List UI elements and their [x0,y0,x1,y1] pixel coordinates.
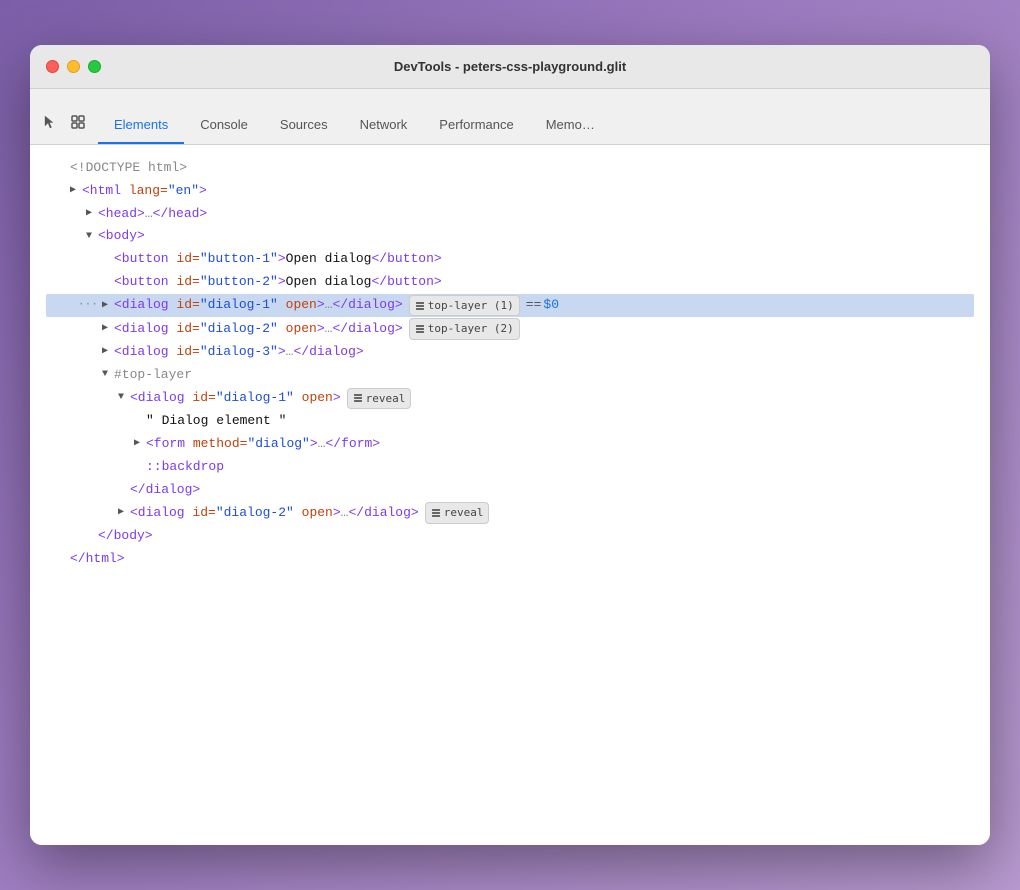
tab-memory[interactable]: Memo… [530,109,611,144]
minimize-button[interactable] [67,60,80,73]
body-triangle[interactable]: ▼ [86,229,98,245]
traffic-lights [46,60,101,73]
form-triangle[interactable]: ▶ [134,436,146,452]
dialog2-line[interactable]: ▶ <dialog id="dialog-2" open > … </dialo… [46,317,974,341]
devtools-window: DevTools - peters-css-playground.glit El… [30,45,990,845]
doctype-text: <!DOCTYPE html> [70,158,187,179]
dialog-text-line: " Dialog element " [46,410,974,433]
reveal-badge-2[interactable]: reveal [425,502,490,524]
form-line[interactable]: ▶ <form method="dialog" > … </form> [46,433,974,456]
html-tag-open: <html [82,181,121,202]
top-layer-line[interactable]: ▼ #top-layer [46,364,974,387]
layers-icon [415,301,425,311]
dialog1-inner-triangle[interactable]: ▼ [118,390,130,406]
dialog2-inner-line[interactable]: ▶ <dialog id="dialog-2" open > … </dialo… [46,501,974,525]
reveal-icon-2 [431,508,441,518]
dialog1-close-tag: </dialog> [130,480,200,501]
tab-performance[interactable]: Performance [423,109,529,144]
top-layer-1-badge[interactable]: top-layer (1) [409,295,520,317]
body-open-line: ▼ <body> [46,225,974,248]
dialog1-line[interactable]: ··· ▶ <dialog id="dialog-1" open > … </d… [46,294,974,318]
backdrop-line: ::backdrop [46,456,974,479]
dialog3-triangle[interactable]: ▶ [102,344,114,360]
body-close-line: </body> [46,525,974,548]
top-layer-text: #top-layer [114,365,192,386]
window-title: DevTools - peters-css-playground.glit [394,59,626,74]
dialog3-line[interactable]: ▶ <dialog id="dialog-3" > … </dialog> [46,341,974,364]
html-triangle[interactable]: ▶ [70,183,82,199]
dialog2-triangle[interactable]: ▶ [102,321,114,337]
head-triangle[interactable]: ▶ [86,206,98,222]
doctype-line: <!DOCTYPE html> [46,157,974,180]
backdrop-text: ::backdrop [146,457,224,478]
tab-network[interactable]: Network [344,109,424,144]
top-layer-triangle[interactable]: ▼ [102,367,114,383]
html-close-tag: </html> [70,549,125,570]
elements-panel: <!DOCTYPE html> ▶ <html lang="en" > ▶ <h… [30,145,990,845]
maximize-button[interactable] [88,60,101,73]
dialog2-inner-triangle[interactable]: ▶ [118,505,130,521]
reveal-icon-1 [353,393,363,403]
reveal-badge-1[interactable]: reveal [347,388,412,410]
cursor-icon[interactable] [38,110,62,134]
html-open-line: ▶ <html lang="en" > [46,180,974,203]
layers-icon-2 [415,324,425,334]
html-close-line: </html> [46,548,974,571]
toolbar-icons [38,110,90,144]
dialog1-inner-open-line[interactable]: ▼ <dialog id="dialog-1" open > reveal [46,387,974,411]
tab-bar: Elements Console Sources Network Perform… [30,89,990,145]
button2-line: <button id="button-2" > Open dialog </bu… [46,271,974,294]
button1-line: <button id="button-1" > Open dialog </bu… [46,248,974,271]
body-close-tag: </body> [98,526,153,547]
head-line: ▶ <head> … </head> [46,203,974,226]
top-layer-2-badge[interactable]: top-layer (2) [409,318,520,340]
tab-elements[interactable]: Elements [98,109,184,144]
title-bar: DevTools - peters-css-playground.glit [30,45,990,89]
dialog1-close-line: </dialog> [46,479,974,502]
inspect-icon[interactable] [66,110,90,134]
close-button[interactable] [46,60,59,73]
html-lang-attr: lang= [121,181,168,202]
tab-sources[interactable]: Sources [264,109,344,144]
dialog-text: " Dialog element " [146,411,286,432]
dialog1-triangle[interactable]: ▶ [102,298,114,314]
tab-console[interactable]: Console [184,109,264,144]
